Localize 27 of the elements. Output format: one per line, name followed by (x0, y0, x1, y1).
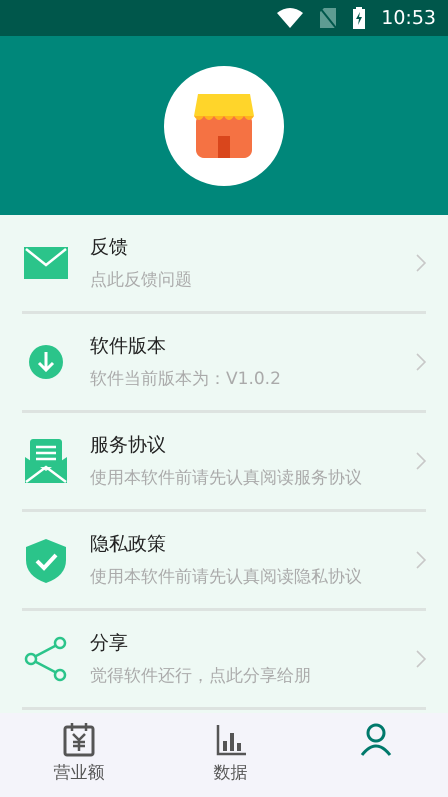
item-description: 使用本软件前请先认真阅读隐私协议 (90, 566, 363, 588)
item-description: 觉得软件还行，点此分享给朋 (90, 666, 312, 687)
menu-item[interactable]: 分享 觉得软件还行，点此分享给朋 (22, 611, 426, 710)
item-description: 点此反馈问题 (90, 270, 193, 291)
item-title: 分享 (90, 631, 129, 656)
tab[interactable]: 营业额 (0, 713, 158, 797)
item-title: 服务协议 (90, 433, 167, 458)
menu-item[interactable]: 反馈 点此反馈问题 (22, 215, 426, 314)
chevron-right-icon (416, 254, 426, 272)
menu-item[interactable]: 隐私政策 使用本软件前请先认真阅读隐私协议 (22, 512, 426, 611)
item-description: 使用本软件前请先认真阅读服务协议 (90, 468, 363, 489)
battery-charging-icon (353, 7, 366, 29)
chevron-right-icon (416, 452, 426, 470)
chevron-right-icon (416, 551, 426, 569)
item-description: 软件当前版本为：V1.0.2 (90, 368, 282, 390)
chevron-right-icon (416, 353, 426, 371)
no-sim-icon (319, 7, 338, 29)
item-title: 隐私政策 (90, 532, 167, 557)
envelope-document-icon (22, 437, 70, 485)
wifi-icon (277, 8, 304, 28)
clock-time: 10:53 (381, 6, 436, 31)
menu-item[interactable]: 软件版本 软件当前版本为：V1.0.2 (22, 314, 426, 413)
menu-item[interactable]: 服务协议 使用本软件前请先认真阅读服务协议 (22, 413, 426, 512)
chevron-right-icon (416, 650, 426, 668)
item-title: 软件版本 (90, 334, 167, 359)
tab[interactable]: 数据 (158, 713, 303, 797)
item-title: 反馈 (90, 235, 129, 260)
